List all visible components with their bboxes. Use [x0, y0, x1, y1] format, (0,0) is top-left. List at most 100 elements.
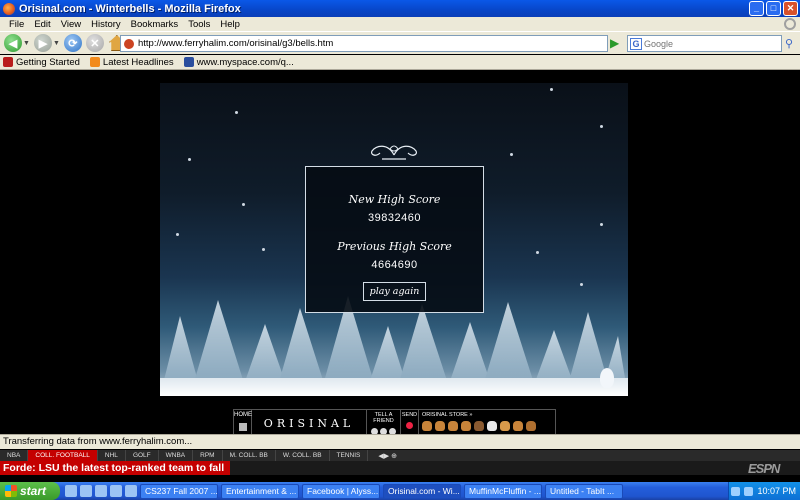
ticker-headline[interactable]: Forde: LSU the latest top-ranked team to… [0, 461, 230, 475]
forward-history-chevron-icon[interactable]: ▼ [53, 40, 60, 47]
store-animal-icon[interactable] [487, 421, 497, 431]
quick-launch [65, 485, 137, 497]
ticker-tab-nhl[interactable]: NHL [98, 450, 126, 461]
bookmark-latest-headlines[interactable]: Latest Headlines [89, 56, 174, 68]
taskbar-item[interactable]: Untitled - TabIt ... [545, 483, 623, 499]
winterbells-game-canvas[interactable]: New High Score 39832460 Previous High Sc… [160, 83, 628, 396]
window-controls: _ □ ✕ [749, 1, 798, 16]
bookmark-getting-started[interactable]: Getting Started [3, 57, 80, 68]
search-box[interactable]: G [627, 35, 782, 52]
orisinal-home-link[interactable]: HOME [234, 410, 252, 436]
bookmark-favicon-icon [3, 57, 13, 67]
bookmark-myspace[interactable]: www.myspace.com/q... [183, 56, 294, 68]
home-icon [238, 423, 247, 431]
orisinal-store[interactable]: ORISINAL STORE » [419, 410, 555, 436]
google-engine-icon[interactable]: G [630, 37, 642, 50]
ticker-tab-nba[interactable]: NBA [0, 450, 29, 461]
snowflake [188, 158, 191, 161]
store-animal-icon[interactable] [448, 421, 458, 431]
quick-launch-icon[interactable] [110, 485, 122, 497]
maximize-button[interactable]: □ [766, 1, 781, 16]
ticker-tab-golf[interactable]: GOLF [126, 450, 159, 461]
close-button[interactable]: ✕ [783, 1, 798, 16]
orisinal-footer: HOME ORISINAL TELL A FRIEND SEND ORISINA… [233, 409, 556, 437]
start-button[interactable]: start [0, 482, 60, 500]
minimize-button[interactable]: _ [749, 1, 764, 16]
tell-a-friend-label: TELL A FRIEND [373, 412, 394, 424]
ticker-background [230, 461, 800, 475]
taskbar-item[interactable]: Entertainment & ... [221, 483, 299, 499]
ticker-tab-wnba[interactable]: WNBA [159, 450, 194, 461]
home-link-label: HOME [234, 412, 252, 418]
menu-edit[interactable]: Edit [29, 19, 55, 30]
bookmark-label: www.myspace.com/q... [196, 56, 294, 68]
decorative-ornament-icon [371, 145, 417, 160]
store-animal-icon[interactable] [474, 421, 484, 431]
store-animal-icon[interactable] [526, 421, 536, 431]
rss-feed-icon [89, 57, 100, 67]
snowflake [242, 203, 245, 206]
menu-file[interactable]: File [4, 19, 29, 30]
menu-view[interactable]: View [56, 19, 86, 30]
tray-icon[interactable] [744, 486, 754, 496]
status-bar: Transferring data from www.ferryhalim.co… [0, 434, 800, 449]
taskbar-item[interactable]: Facebook | Alyss... [302, 483, 380, 499]
taskbar-item-active[interactable]: Orisinal.com - Wi... [383, 483, 461, 499]
ticker-tab-tennis[interactable]: TENNIS [330, 450, 369, 461]
tray-icon[interactable] [731, 486, 741, 496]
stop-button[interactable]: ✕ [85, 34, 104, 52]
menu-help[interactable]: Help [215, 19, 245, 30]
start-label: start [20, 484, 47, 498]
quick-launch-icon[interactable] [125, 485, 137, 497]
store-animal-icon[interactable] [422, 421, 432, 431]
forward-button[interactable]: ▶ [33, 34, 52, 52]
menu-bookmarks[interactable]: Bookmarks [126, 19, 184, 30]
new-high-score-value: 39832460 [368, 212, 421, 224]
taskbar-item[interactable]: CS237 Fall 2007 ... [140, 483, 218, 499]
firefox-icon [3, 2, 15, 15]
reload-button[interactable]: ⟳ [63, 34, 82, 52]
tell-a-friend[interactable]: TELL A FRIEND [367, 410, 401, 436]
address-url[interactable]: http://www.ferryhalim.com/orisinal/g3/be… [138, 38, 333, 49]
quick-launch-icon[interactable] [95, 485, 107, 497]
address-bar[interactable]: http://www.ferryhalim.com/orisinal/g3/be… [120, 35, 608, 52]
store-animal-icon[interactable] [513, 421, 523, 431]
menu-bar: File Edit View History Bookmarks Tools H… [0, 17, 800, 31]
snowflake [176, 233, 179, 236]
back-history-chevron-icon[interactable]: ▼ [23, 40, 30, 47]
ticker-controls-icon[interactable]: ◀▶ ⊕ [378, 452, 397, 460]
throbber-icon [784, 18, 796, 30]
ticker-tab-m-coll-bb[interactable]: M. COLL. BB [223, 450, 276, 461]
search-magnifier-icon[interactable]: ⚲ [785, 37, 793, 50]
snowflake [600, 125, 603, 128]
window-titlebar: Orisinal.com - Winterbells - Mozilla Fir… [0, 0, 800, 17]
high-score-panel: New High Score 39832460 Previous High Sc… [305, 166, 484, 313]
previous-high-score-value: 4664690 [371, 259, 418, 271]
windows-flag-icon [5, 485, 17, 497]
orisinal-logo[interactable]: ORISINAL [252, 410, 367, 436]
ticker-tab-rpm[interactable]: RPM [193, 450, 223, 461]
send-link[interactable]: SEND [401, 410, 419, 436]
new-high-score-label: New High Score [348, 193, 441, 206]
go-button[interactable]: ▶ [610, 36, 624, 51]
menu-tools[interactable]: Tools [183, 19, 215, 30]
taskbar-item[interactable]: MuffinMcFluffin - ... [464, 483, 542, 499]
system-tray: 10:07 PM [728, 482, 800, 500]
quick-launch-icon[interactable] [80, 485, 92, 497]
snowflake [235, 111, 238, 114]
search-input[interactable] [644, 38, 764, 49]
back-button[interactable]: ◀ [4, 34, 22, 52]
play-again-button[interactable]: play again [363, 282, 426, 301]
ticker-tab-w-coll-bb[interactable]: W. COLL. BB [276, 450, 330, 461]
clock[interactable]: 10:07 PM [757, 486, 796, 496]
menu-history[interactable]: History [86, 19, 126, 30]
store-animal-icon[interactable] [500, 421, 510, 431]
bookmark-label: Latest Headlines [102, 56, 174, 68]
quick-launch-icon[interactable] [65, 485, 77, 497]
ticker-tab-coll-football[interactable]: COLL. FOOTBALL [28, 450, 98, 461]
bunny-character [600, 368, 614, 388]
snowflake [536, 251, 539, 254]
store-animal-icon[interactable] [435, 421, 445, 431]
espn-logo: ESPN [748, 461, 780, 476]
store-animal-icon[interactable] [461, 421, 471, 431]
